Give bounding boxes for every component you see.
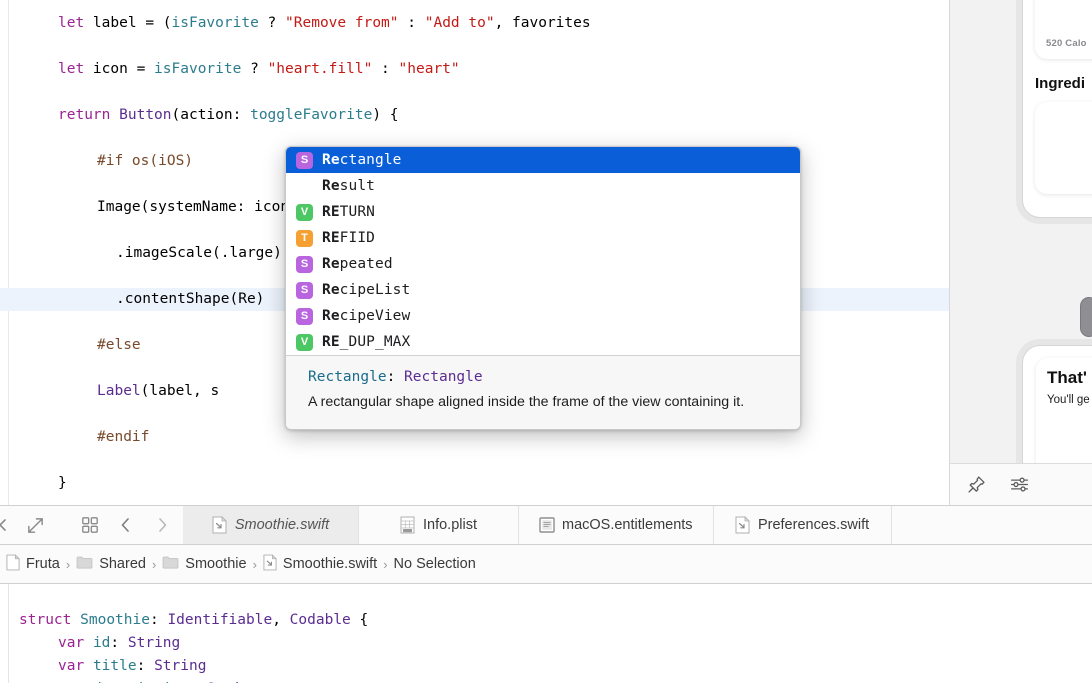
project-icon (6, 554, 20, 575)
autocomplete-item-label: RecipeList (322, 282, 410, 298)
symbol-kind-struct-icon: S (296, 256, 313, 273)
breadcrumb: Fruta › Shared › Smoothie › Smoothie.swi… (0, 545, 1092, 584)
tab-label: Smoothie.swift (235, 517, 329, 533)
breadcrumb-separator: › (64, 557, 72, 572)
tab-bar-controls (0, 506, 183, 544)
autocomplete-list[interactable]: S Rectangle Result V RETURN T REFIID S (286, 147, 800, 355)
tab-label: Preferences.swift (758, 517, 869, 533)
signature-name: Rectangle (308, 369, 387, 385)
preview-handle-pill[interactable] (1080, 297, 1092, 337)
tab-macos-entitlements[interactable]: macOS.entitlements (519, 506, 714, 544)
secondary-source-editor[interactable]: struct Smoothie: Identifiable, Codable {… (0, 584, 1092, 683)
tab-smoothie-swift[interactable]: Smoothie.swift (183, 506, 359, 544)
tab-label: Info.plist (423, 517, 477, 533)
breadcrumb-label: Smoothie (185, 556, 246, 572)
breadcrumb-item-project[interactable]: Fruta (2, 554, 64, 575)
preview-bottom-title: That' (1047, 368, 1092, 388)
autocomplete-documentation: Rectangle: Rectangle A rectangular shape… (286, 355, 800, 429)
canvas-preview-pane[interactable]: Filling a fill you w 520 Calo Ingredi Th… (949, 0, 1092, 505)
secondary-source-code-text[interactable]: struct Smoothie: Identifiable, Codable {… (0, 586, 368, 683)
swift-file-icon (735, 516, 750, 534)
signature-type: Rectangle (404, 369, 483, 385)
breadcrumb-item-selection[interactable]: No Selection (390, 556, 480, 572)
code-line: let icon = isFavorite ? "heart.fill" : "… (0, 58, 949, 81)
autocomplete-item[interactable]: V RE_DUP_MAX (286, 329, 800, 355)
tab-info-plist[interactable]: Info.plist (359, 506, 519, 544)
expand-arrows-icon[interactable] (24, 514, 46, 536)
back-chevron-icon[interactable] (115, 514, 137, 536)
autocomplete-item[interactable]: V RETURN (286, 199, 800, 225)
pin-icon[interactable] (966, 474, 987, 495)
preview-toolbar (950, 463, 1092, 505)
breadcrumb-separator: › (150, 557, 158, 572)
code-line: } (0, 472, 949, 495)
tab-preferences-swift[interactable]: Preferences.swift (714, 506, 892, 544)
symbol-kind-struct-icon: S (296, 308, 313, 325)
autocomplete-item-label: RETURN (322, 204, 375, 220)
folder-icon (76, 555, 93, 573)
breadcrumb-separator: › (251, 557, 259, 572)
preview-device-top[interactable]: Filling a fill you w 520 Calo Ingredi (1022, 0, 1092, 218)
preview-calories: 520 Calo (1046, 38, 1092, 49)
plist-file-icon (400, 516, 415, 534)
forward-chevron-icon[interactable] (151, 514, 173, 536)
symbol-kind-type-icon: T (296, 230, 313, 247)
settings-sliders-icon[interactable] (1009, 474, 1030, 495)
symbol-kind-struct-icon: S (296, 282, 313, 299)
grid-layout-icon[interactable] (79, 514, 101, 536)
autocomplete-item[interactable]: S Repeated (286, 251, 800, 277)
code-line: let label = (isFavorite ? "Remove from" … (0, 12, 949, 35)
autocomplete-item-label: Rectangle (322, 152, 401, 168)
preview-section-header: Ingredi (1035, 75, 1092, 92)
collapse-chevron-icon[interactable] (0, 514, 10, 536)
autocomplete-item[interactable]: S Rectangle (286, 147, 800, 173)
tab-label: macOS.entitlements (562, 517, 693, 533)
symbol-kind-var-icon: V (296, 204, 313, 221)
breadcrumb-item-smoothie[interactable]: Smoothie (158, 555, 250, 573)
symbol-kind-var-icon: V (296, 334, 313, 351)
tab-list: Smoothie.swift Info.plist macOS.entitlem… (183, 506, 1092, 544)
autocomplete-item[interactable]: S RecipeList (286, 277, 800, 303)
autocomplete-popup[interactable]: S Rectangle Result V RETURN T REFIID S (285, 146, 801, 430)
code-line: struct Smoothie: Identifiable, Codable { (0, 612, 368, 628)
autocomplete-item-label: Repeated (322, 256, 393, 272)
breadcrumb-label: Smoothie.swift (283, 556, 377, 572)
autocomplete-item[interactable]: S RecipeView (286, 303, 800, 329)
documentation-signature: Rectangle: Rectangle (308, 369, 778, 385)
autocomplete-item-label: Result (322, 178, 375, 194)
autocomplete-item[interactable]: T REFIID (286, 225, 800, 251)
signature-separator: : (387, 369, 404, 385)
code-line: var id: String (0, 635, 180, 651)
top-editor-area: let label = (isFavorite ? "Remove from" … (0, 0, 1092, 505)
preview-ingredients-card (1035, 102, 1092, 194)
breadcrumb-label: Fruta (26, 556, 60, 572)
autocomplete-item[interactable]: Result (286, 173, 800, 199)
autocomplete-item-label: RE_DUP_MAX (322, 334, 410, 350)
swift-file-icon (212, 516, 227, 534)
folder-icon (162, 555, 179, 573)
documentation-description: A rectangular shape aligned inside the f… (308, 392, 758, 413)
breadcrumb-separator: › (381, 557, 389, 572)
autocomplete-item-label: RecipeView (322, 308, 410, 324)
breadcrumb-item-shared[interactable]: Shared (72, 555, 150, 573)
autocomplete-item-label: REFIID (322, 230, 375, 246)
breadcrumb-label: Shared (99, 556, 146, 572)
symbol-kind-struct-icon: S (296, 152, 313, 169)
entitlements-file-icon (539, 516, 554, 534)
breadcrumb-item-file[interactable]: Smoothie.swift (259, 554, 381, 575)
swift-file-icon (263, 554, 277, 575)
code-line: return Button(action: toggleFavorite) { (0, 104, 949, 127)
preview-bottom-subtitle: You'll ge (1047, 394, 1092, 406)
symbol-kind-none-icon (296, 178, 313, 195)
xcode-window: let label = (isFavorite ? "Remove from" … (0, 0, 1092, 683)
code-line: var title: String (0, 658, 206, 674)
editor-tab-bar: Smoothie.swift Info.plist macOS.entitlem… (0, 505, 1092, 545)
breadcrumb-label: No Selection (394, 556, 476, 572)
